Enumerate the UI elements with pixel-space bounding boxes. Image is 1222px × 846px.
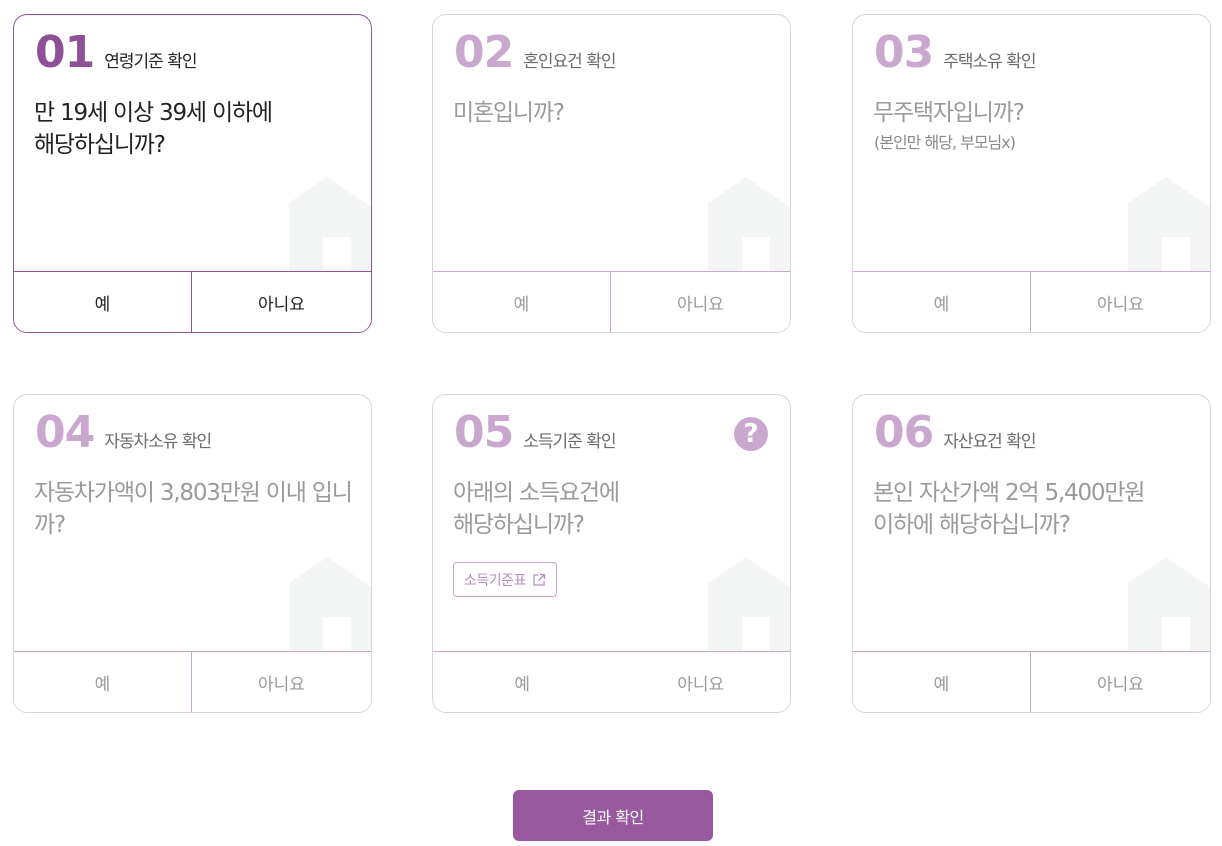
card-title: 자동차소유 확인 [104, 432, 212, 452]
yes-button[interactable]: 예 [14, 652, 192, 712]
card-age: 01 연령기준 확인 만 19세 이상 39세 이하에 해당하십니까? 예 아니… [13, 14, 372, 333]
answer-group: 예 아니요 [14, 271, 371, 332]
result-check-button[interactable]: 결과 확인 [513, 790, 713, 841]
yes-button[interactable]: 예 [853, 272, 1031, 332]
card-header: 06 자산요건 확인 [874, 407, 1036, 458]
answer-group: 예 아니요 [433, 651, 790, 712]
card-question: 미혼입니까? [453, 100, 565, 126]
card-question: 아래의 소득요건에 해당하십니까? [453, 480, 620, 538]
card-number: 04 [35, 407, 95, 458]
card-title: 자산요건 확인 [943, 432, 1036, 452]
question-circle-icon[interactable]: ? [734, 417, 768, 451]
answer-group: 예 아니요 [433, 271, 790, 332]
yes-button[interactable]: 예 [433, 652, 612, 712]
card-header: 03 주택소유 확인 [874, 27, 1036, 78]
card-title: 소득기준 확인 [523, 432, 616, 452]
card-question: 본인 자산가액 2억 5,400만원 이하에 해당하십니까? [873, 480, 1145, 538]
card-assets: 06 자산요건 확인 본인 자산가액 2억 5,400만원 이하에 해당하십니까… [852, 394, 1211, 713]
income-table-link-label: 소득기준표 [464, 572, 526, 589]
card-header: 04 자동차소유 확인 [35, 407, 212, 458]
house-icon [1128, 177, 1210, 273]
card-question: 자동차가액이 3,803만원 이내 입니 까? [34, 480, 353, 538]
no-button[interactable]: 아니요 [611, 652, 790, 712]
no-button[interactable]: 아니요 [611, 272, 790, 332]
card-header: 01 연령기준 확인 [35, 27, 197, 78]
external-link-icon [533, 573, 546, 586]
card-header: 05 소득기준 확인 [454, 407, 616, 458]
card-number: 01 [35, 27, 95, 78]
answer-group: 예 아니요 [14, 651, 371, 712]
card-number: 05 [454, 407, 514, 458]
house-icon [289, 557, 371, 653]
income-table-link[interactable]: 소득기준표 [453, 562, 557, 597]
answer-group: 예 아니요 [853, 271, 1210, 332]
no-button[interactable]: 아니요 [192, 652, 371, 712]
card-note: (본인만 해당, 부모님x) [874, 133, 1016, 152]
yes-button[interactable]: 예 [433, 272, 611, 332]
card-number: 03 [874, 27, 934, 78]
house-icon [289, 177, 371, 273]
answer-group: 예 아니요 [853, 651, 1210, 712]
house-icon [708, 177, 790, 273]
card-title: 연령기준 확인 [104, 52, 197, 72]
no-button[interactable]: 아니요 [1031, 652, 1210, 712]
house-icon [1128, 557, 1210, 653]
yes-button[interactable]: 예 [853, 652, 1031, 712]
card-number: 06 [874, 407, 934, 458]
card-marriage: 02 혼인요건 확인 미혼입니까? 예 아니요 [432, 14, 791, 333]
card-question: 만 19세 이상 39세 이하에 해당하십니까? [34, 100, 273, 158]
yes-button[interactable]: 예 [14, 272, 192, 332]
card-income: 05 소득기준 확인 ? 아래의 소득요건에 해당하십니까? 소득기준표 예 아… [432, 394, 791, 713]
card-number: 02 [454, 27, 514, 78]
no-button[interactable]: 아니요 [1031, 272, 1210, 332]
card-housing: 03 주택소유 확인 무주택자입니까? (본인만 해당, 부모님x) 예 아니요 [852, 14, 1211, 333]
card-header: 02 혼인요건 확인 [454, 27, 616, 78]
card-question: 무주택자입니까? [873, 100, 1025, 126]
no-button[interactable]: 아니요 [192, 272, 371, 332]
card-vehicle: 04 자동차소유 확인 자동차가액이 3,803만원 이내 입니 까? 예 아니… [13, 394, 372, 713]
card-title: 혼인요건 확인 [523, 52, 616, 72]
card-title: 주택소유 확인 [943, 52, 1036, 72]
house-icon [708, 557, 790, 653]
